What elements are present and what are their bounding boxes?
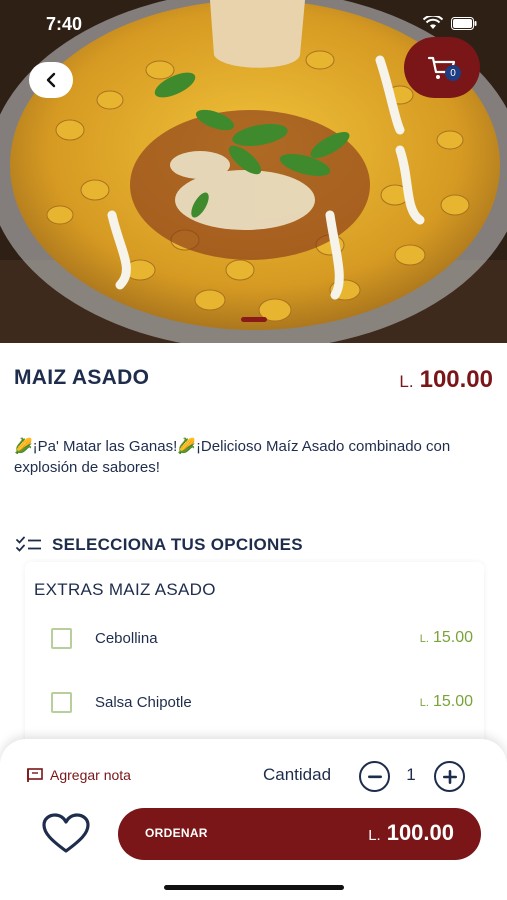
cart-button[interactable]: 0	[404, 37, 480, 98]
option-price-currency: L.	[419, 633, 429, 645]
options-group-title: EXTRAS MAIZ ASADO	[34, 580, 216, 599]
option-label: Salsa Chipotle	[95, 693, 192, 711]
heart-icon	[42, 813, 90, 853]
quantity-value: 1	[406, 765, 416, 784]
checklist-icon	[16, 536, 41, 552]
product-price-currency: L.	[399, 372, 414, 391]
options-group-card: EXTRAS MAIZ ASADO Cebollina L. 15.00 Sal…	[25, 562, 484, 752]
option-price-currency: L.	[419, 697, 429, 709]
option-label: Cebollina	[95, 629, 158, 647]
quantity-label: Cantidad	[263, 765, 332, 784]
option-checkbox[interactable]	[51, 691, 72, 713]
add-note-button[interactable]: Agregar nota	[27, 767, 131, 783]
quantity-increase-button[interactable]	[434, 761, 465, 792]
option-price: L. 15.00	[420, 629, 473, 647]
order-price-currency: L.	[368, 827, 381, 844]
status-time: 7:40	[46, 14, 83, 34]
status-icons	[423, 16, 477, 30]
option-row[interactable]: Salsa Chipotle L. 15.00	[25, 682, 484, 722]
options-header: SELECCIONA TUS OPCIONES	[16, 535, 303, 555]
home-indicator	[164, 885, 344, 890]
wifi-icon	[423, 16, 443, 29]
order-button[interactable]: ORDENAR L. 100.00	[118, 808, 481, 860]
product-price: L. 100.00	[399, 366, 493, 394]
chevron-left-icon	[46, 72, 56, 88]
add-note-label: Agregar nota	[50, 767, 131, 783]
cart-count-badge: 0	[445, 65, 461, 81]
option-price-amount: 15.00	[432, 629, 473, 646]
quantity-decrease-button[interactable]	[359, 761, 390, 792]
note-flag-icon	[27, 767, 43, 782]
order-button-label: ORDENAR	[145, 826, 208, 840]
plus-icon	[442, 769, 457, 784]
option-price-amount: 15.00	[432, 693, 473, 710]
product-price-amount: 100.00	[419, 366, 493, 393]
battery-icon	[451, 16, 477, 30]
favorite-button[interactable]	[40, 812, 92, 856]
product-description: 🌽¡Pa' Matar las Ganas!🌽¡Delicioso Maíz A…	[14, 438, 451, 476]
options-header-label: SELECCIONA TUS OPCIONES	[52, 535, 303, 554]
option-row[interactable]: Cebollina L. 15.00	[25, 618, 484, 658]
back-button[interactable]	[29, 62, 73, 98]
order-button-price: L. 100.00	[368, 820, 454, 846]
order-price-amount: 100.00	[386, 820, 454, 845]
image-page-indicator	[241, 317, 267, 322]
option-price: L. 15.00	[420, 693, 473, 711]
minus-icon	[367, 775, 382, 778]
product-title: MAIZ ASADO	[14, 366, 150, 389]
option-checkbox[interactable]	[51, 627, 72, 649]
